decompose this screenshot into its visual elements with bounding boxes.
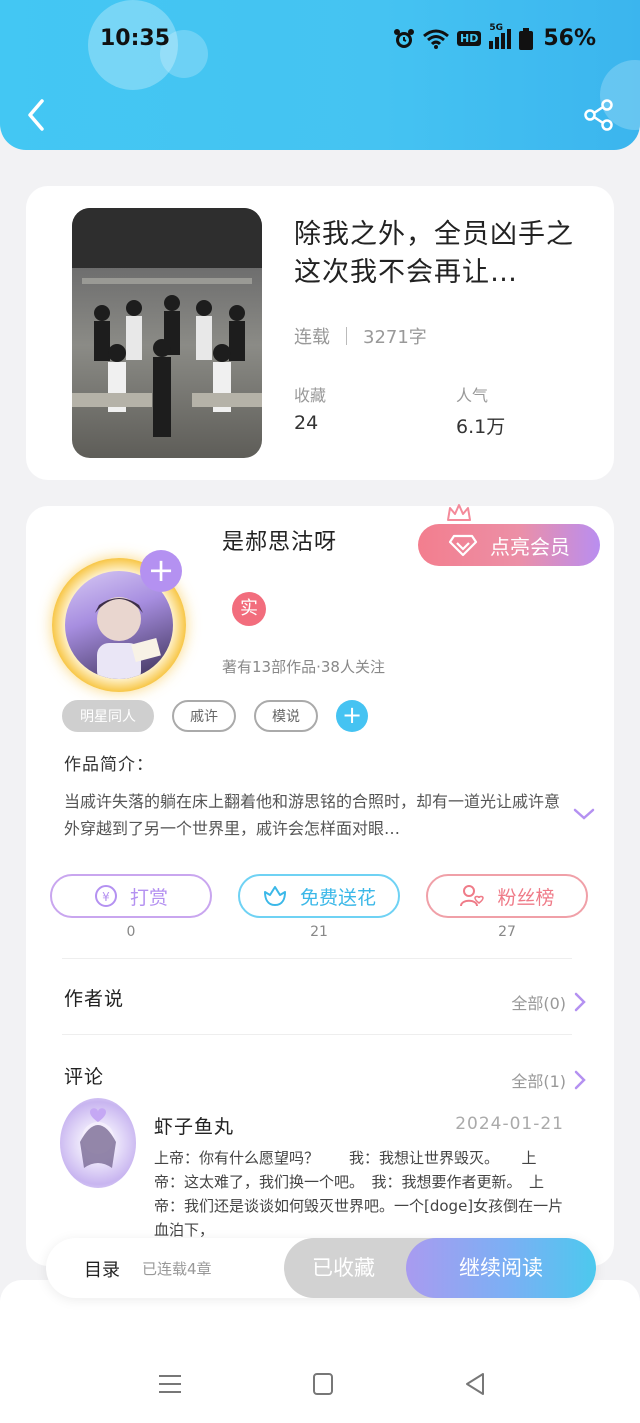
home-icon[interactable]: [312, 1372, 334, 1396]
diamond-icon: [448, 534, 478, 557]
vip-label: 点亮会员: [490, 534, 570, 559]
status-time: 10:35: [100, 26, 171, 51]
header-bar: 10:35 HD 5G 56%: [0, 0, 640, 150]
fans-ranking-button[interactable]: 粉丝榜: [426, 874, 588, 918]
flower-icon: [263, 886, 286, 906]
intro-label: 作品简介：: [64, 755, 154, 775]
status-icons: HD 5G 56%: [393, 23, 596, 51]
comment-date: 2024-01-21: [455, 1114, 564, 1134]
flower-count: 21: [310, 924, 328, 940]
book-title: 除我之外，全员凶手之这次我不会再让…: [294, 219, 574, 288]
menu-icon[interactable]: [158, 1372, 182, 1396]
chevron-right-icon: [574, 992, 586, 1012]
share-icon[interactable]: [582, 98, 616, 132]
svg-text:¥: ¥: [102, 890, 110, 904]
book-cover[interactable]: [72, 208, 262, 458]
bottom-nav-area: [0, 1280, 640, 1423]
send-flower-button[interactable]: 免费送花: [238, 874, 400, 918]
add-tag-button[interactable]: +: [336, 700, 368, 732]
favorites-label: 收藏: [294, 386, 327, 405]
alarm-icon: [393, 28, 414, 48]
comment-avatar-art: [80, 1108, 116, 1168]
fans-count: 27: [498, 924, 516, 940]
user-heart-icon: [460, 885, 485, 907]
tag-item[interactable]: 戚许: [172, 700, 236, 732]
tag-item[interactable]: 明星同人: [62, 700, 154, 732]
comment-username[interactable]: 虾子鱼丸: [154, 1112, 234, 1139]
intro-text: 当戚许失落的躺在床上翻着他和游思铭的合照时，却有一道光让戚许意外穿越到了另一个世…: [64, 792, 561, 838]
flower-label: 免费送花: [299, 886, 376, 909]
wifi-icon: [423, 29, 449, 49]
back-button[interactable]: [22, 96, 50, 134]
popularity-label: 人气: [456, 386, 489, 405]
tip-button[interactable]: ¥ 打赏: [50, 874, 212, 918]
yen-coin-icon: ¥: [94, 885, 117, 907]
serial-status: 连载: [294, 327, 330, 348]
vip-button[interactable]: 点亮会员: [418, 524, 600, 566]
crown-icon: [447, 504, 471, 521]
follow-plus-button[interactable]: +: [140, 550, 182, 592]
tip-count: 0: [126, 924, 136, 940]
battery-percent: 56%: [543, 26, 596, 51]
author-name[interactable]: 是郝思沽呀: [222, 524, 337, 556]
author-says-title: 作者说: [64, 988, 125, 1010]
hd-badge: HD: [456, 31, 482, 46]
author-detail-card: + 是郝思沽呀 实 著有13部作品·38人关注 点亮会员 明星同人 戚许 模说 …: [26, 504, 614, 1266]
comments-all-link[interactable]: 全部(1): [511, 1068, 586, 1092]
back-nav-icon[interactable]: [464, 1372, 486, 1396]
tag-item[interactable]: 模说: [254, 700, 318, 732]
fans-label: 粉丝榜: [497, 886, 555, 909]
comments-count: 全部(1): [511, 1072, 566, 1091]
popularity-value: 6.1万: [456, 416, 506, 438]
tip-label: 打赏: [129, 886, 168, 909]
verified-badge: 实: [232, 592, 266, 626]
divider: [62, 958, 572, 959]
word-count: 3271字: [363, 327, 427, 348]
reading-action-bar: 目录 已连载4章 已收藏 继续阅读: [46, 1238, 596, 1298]
continue-reading-button[interactable]: 继续阅读: [406, 1238, 596, 1298]
chapter-status: 已连载4章: [142, 1260, 212, 1278]
signal-icon: 5G: [489, 23, 512, 49]
author-says-count: 全部(0): [511, 994, 566, 1013]
comments-title: 评论: [64, 1066, 105, 1088]
book-info-card: 除我之外，全员凶手之这次我不会再让… 连载 3271字 收藏 24 人气 6.1…: [26, 186, 614, 480]
chevron-right-icon: [574, 1070, 586, 1090]
divider: [346, 327, 347, 345]
book-meta: 连载 3271字: [294, 323, 427, 349]
tag-list: 明星同人 戚许 模说 +: [62, 700, 368, 732]
table-of-contents-button[interactable]: 目录: [84, 1256, 120, 1282]
favorites-value: 24: [294, 412, 319, 434]
author-stats: 著有13部作品·38人关注: [222, 658, 385, 676]
comment-avatar[interactable]: [60, 1098, 136, 1188]
cover-art: [72, 208, 262, 437]
author-says-all-link[interactable]: 全部(0): [511, 990, 586, 1014]
battery-icon: [519, 27, 534, 50]
chevron-down-icon[interactable]: [572, 806, 596, 822]
divider: [62, 1034, 572, 1035]
comment-text: 上帝：你有什么愿望吗？ 我：我想让世界毁灭。 上帝：这太难了，我们换一个吧。 我…: [154, 1149, 564, 1239]
